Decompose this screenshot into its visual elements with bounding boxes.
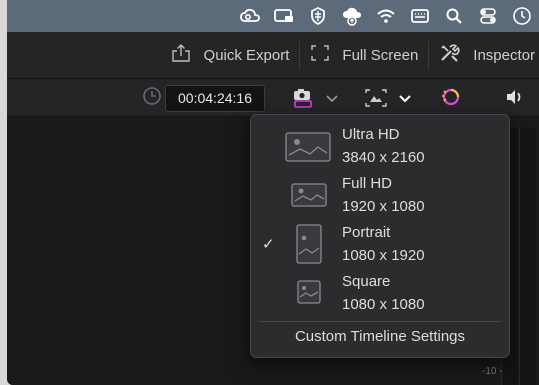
color-effects-icon[interactable] bbox=[439, 86, 461, 113]
clock-icon[interactable] bbox=[505, 0, 539, 32]
resolve-window: Quick Export Full Screen Inspector 00:04… bbox=[7, 0, 539, 385]
inspector-label: Inspector bbox=[473, 46, 535, 64]
camera-resolution-icon[interactable] bbox=[292, 87, 314, 114]
menu-item-name: Ultra HD bbox=[342, 126, 400, 143]
menu-item-size: 1080 x 1920 bbox=[342, 247, 425, 264]
viewer-toolbar bbox=[7, 79, 539, 115]
inspector-button[interactable]: Inspector bbox=[429, 32, 539, 78]
meter-channel-right bbox=[519, 128, 536, 385]
menu-item-square[interactable]: Square 1080 x 1080 bbox=[251, 270, 509, 318]
full-screen-icon bbox=[310, 44, 330, 66]
landscape-image-icon bbox=[285, 132, 331, 167]
share-export-icon bbox=[170, 43, 192, 67]
menu-item-name: Square bbox=[342, 273, 391, 290]
full-screen-label: Full Screen bbox=[342, 46, 419, 64]
menu-divider bbox=[259, 321, 501, 322]
menu-item-full-hd[interactable]: Full HD 1920 x 1080 bbox=[251, 172, 509, 220]
timecode-display[interactable]: 00:04:24:16 bbox=[165, 85, 265, 112]
quick-export-label: Quick Export bbox=[203, 46, 290, 64]
timecode-clock-icon[interactable] bbox=[142, 86, 162, 111]
macos-menu-bar bbox=[7, 0, 539, 32]
control-center-icon[interactable] bbox=[471, 0, 505, 32]
full-screen-button[interactable]: Full Screen bbox=[300, 32, 428, 78]
landscape-image-icon bbox=[291, 183, 327, 212]
creative-cloud-icon[interactable] bbox=[233, 0, 267, 32]
menu-item-name: Portrait bbox=[342, 224, 391, 241]
keyboard-icon[interactable] bbox=[403, 0, 437, 32]
quick-export-button[interactable]: Quick Export bbox=[160, 32, 300, 78]
cloud-upload-icon[interactable] bbox=[335, 0, 369, 32]
custom-timeline-settings-item[interactable]: Custom Timeline Settings bbox=[251, 328, 509, 345]
safe-area-icon[interactable] bbox=[364, 87, 388, 114]
inspector-tools-icon bbox=[439, 43, 461, 67]
audio-volume-icon[interactable] bbox=[504, 87, 526, 112]
spotlight-search-icon[interactable] bbox=[437, 0, 471, 32]
menu-item-ultra-hd[interactable]: Ultra HD 3840 x 2160 bbox=[251, 123, 509, 171]
checkmark-icon: ✓ bbox=[262, 236, 275, 253]
main-toolbar: Quick Export Full Screen Inspector bbox=[7, 32, 539, 79]
menu-item-portrait[interactable]: ✓ Portrait 1080 x 1920 bbox=[251, 221, 509, 269]
menu-item-name: Full HD bbox=[342, 175, 393, 192]
square-image-icon bbox=[297, 280, 321, 309]
wifi-icon[interactable] bbox=[369, 0, 403, 32]
menu-item-size: 3840 x 2160 bbox=[342, 149, 425, 166]
shield-icon[interactable] bbox=[301, 0, 335, 32]
menu-item-size: 1080 x 1080 bbox=[342, 296, 425, 313]
portrait-image-icon bbox=[296, 224, 322, 269]
menu-item-size: 1920 x 1080 bbox=[342, 198, 425, 215]
chevron-down-icon[interactable] bbox=[398, 91, 412, 109]
screen-recorder-icon[interactable] bbox=[267, 0, 301, 32]
timeline-resolution-menu: Ultra HD 3840 x 2160 Full HD 1920 x 1080… bbox=[250, 114, 510, 358]
chevron-down-icon[interactable] bbox=[325, 91, 339, 109]
meter-scale-label: -10 - bbox=[482, 366, 503, 377]
